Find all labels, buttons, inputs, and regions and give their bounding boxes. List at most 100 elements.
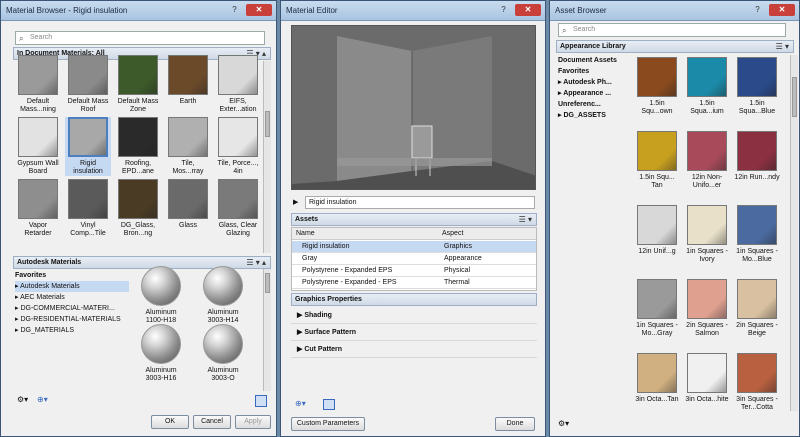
add-asset-icon[interactable]: ⊕▾ bbox=[295, 399, 306, 408]
material-tile[interactable]: Tile, Porce..., 4in bbox=[215, 117, 261, 176]
material-name-value: Rigid insulation bbox=[309, 199, 357, 206]
material-tile[interactable]: Rigid insulation bbox=[65, 117, 111, 176]
asset-tile[interactable]: 12in Non-Unifo...er bbox=[684, 131, 730, 190]
asset-tile[interactable]: 1.5in Squ...own bbox=[634, 57, 680, 116]
material-tile[interactable]: Tile, Mos...rray bbox=[165, 117, 211, 176]
material-name-field[interactable]: Rigid insulation bbox=[305, 196, 535, 209]
library-material-tile[interactable]: Aluminum 1100-H18 bbox=[138, 266, 184, 325]
tree-item[interactable]: ▸ DG-COMMERCIAL-MATERI... bbox=[15, 303, 129, 314]
apply-button[interactable]: Apply bbox=[235, 415, 271, 429]
tree-item[interactable]: ▸ AEC Materials bbox=[15, 292, 129, 303]
tree-item[interactable]: ▸ DG-RESIDENTIAL-MATERIALS bbox=[15, 314, 129, 325]
tile-label: 1in Squares - Mo...Gray bbox=[636, 322, 678, 337]
material-editor-title: Material Editor bbox=[286, 6, 338, 15]
material-tile[interactable]: Vapor Retarder bbox=[15, 179, 61, 238]
expander-cut-pattern[interactable]: ▶ Cut Pattern bbox=[291, 341, 537, 358]
material-tile[interactable]: Vinyl Comp...Tile bbox=[65, 179, 111, 238]
gear-icon[interactable]: ⚙▾ bbox=[558, 419, 569, 428]
scrollbar-thumb[interactable] bbox=[792, 77, 797, 117]
expander-shading[interactable]: ▶ Shading bbox=[291, 307, 537, 324]
material-swatch bbox=[687, 131, 727, 171]
material-tile[interactable]: Default Mass Roof bbox=[65, 55, 111, 114]
library-material-tile[interactable]: Aluminum 3003-H16 bbox=[138, 324, 184, 383]
tree-item[interactable]: ▸ DG_ASSETS bbox=[558, 110, 630, 121]
tree-item[interactable]: ▸ DG_MATERIALS bbox=[15, 325, 129, 336]
library-material-tile[interactable]: Aluminum 3003-O bbox=[200, 324, 246, 383]
material-tile[interactable]: DG_Glass, Bron...ng bbox=[115, 179, 161, 238]
asset-scrollbar[interactable] bbox=[790, 55, 798, 411]
tree-item[interactable]: Favorites bbox=[558, 66, 630, 77]
done-button[interactable]: Done bbox=[495, 417, 535, 431]
tile-label: Default Mass Roof bbox=[67, 98, 109, 113]
library-scrollbar[interactable] bbox=[263, 269, 271, 391]
asset-tile[interactable]: 1.5in Squa...ium bbox=[684, 57, 730, 116]
help-icon[interactable]: ? bbox=[750, 4, 765, 16]
asset-aspect: Thermal bbox=[444, 279, 470, 286]
asset-tile[interactable]: 3in Octa...Tan bbox=[634, 353, 680, 404]
material-tile[interactable]: Default Mass Zone bbox=[115, 55, 161, 114]
table-row[interactable]: Polystyrene - Expanded - EPS Thermal bbox=[292, 277, 536, 289]
asset-browser-icon[interactable] bbox=[323, 399, 335, 410]
expander-surface-pattern[interactable]: ▶ Surface Pattern bbox=[291, 324, 537, 341]
material-tile[interactable]: Glass bbox=[165, 179, 211, 230]
tile-label: 1.5in Squ... Tan bbox=[639, 174, 675, 189]
tree-item[interactable]: Favorites bbox=[15, 270, 129, 281]
material-tile[interactable]: EIFS, Exter...ation bbox=[215, 55, 261, 114]
tree-item[interactable]: ▸ Autodesk Ph... bbox=[558, 77, 630, 88]
material-tile[interactable]: Earth bbox=[165, 55, 211, 106]
asset-tile[interactable]: 12in Run...ndy bbox=[734, 131, 780, 182]
material-tile[interactable]: Glass, Clear Glazing bbox=[215, 179, 261, 238]
materials-scrollbar[interactable] bbox=[263, 61, 271, 253]
material-tile[interactable]: Gypsum Wall Board bbox=[15, 117, 61, 176]
material-swatch bbox=[18, 117, 58, 157]
asset-tile[interactable]: 1in Squares - Mo...Gray bbox=[634, 279, 680, 338]
asset-tile[interactable]: 2in Squares - Beige bbox=[734, 279, 780, 338]
asset-tile[interactable]: 3in Squares - Ter...Cotta bbox=[734, 353, 780, 412]
asset-tile[interactable]: 12in Unif...g bbox=[634, 205, 680, 256]
asset-tile[interactable]: 2in Squares - Salmon bbox=[684, 279, 730, 338]
table-row[interactable]: Polystyrene - Expanded EPS Physical bbox=[292, 265, 536, 277]
gear-icon[interactable]: ⚙▾ bbox=[17, 395, 28, 404]
library-material-tile[interactable]: Aluminum 3003-H14 bbox=[200, 266, 246, 325]
tile-label: 1in Squares - Mo...Blue bbox=[736, 248, 778, 263]
expand-name-icon[interactable]: ▶ bbox=[293, 198, 298, 206]
panel-toggle-icon[interactable] bbox=[255, 395, 267, 407]
scrollbar-thumb[interactable] bbox=[265, 273, 270, 293]
asset-search-input[interactable]: ⌕ Search bbox=[558, 23, 786, 37]
asset-tile[interactable]: 1.5in Squ... Tan bbox=[634, 131, 680, 190]
expander-label: Shading bbox=[304, 312, 332, 319]
tree-item[interactable]: Unreferenc... bbox=[558, 99, 630, 110]
table-row[interactable]: Rigid insulation Graphics bbox=[292, 241, 536, 253]
asset-browser-titlebar: Asset Browser ? ✕ bbox=[550, 1, 799, 21]
library-options-icon[interactable]: ☰ ▾ bbox=[776, 41, 789, 52]
tree-item[interactable]: ▸ Autodesk Materials bbox=[15, 281, 129, 292]
asset-browser-title: Asset Browser bbox=[555, 6, 607, 15]
asset-tile[interactable]: 3in Octa...hite bbox=[684, 353, 730, 404]
scrollbar-thumb[interactable] bbox=[265, 111, 270, 137]
table-header: Name Aspect bbox=[292, 228, 536, 240]
cancel-button[interactable]: Cancel bbox=[193, 415, 231, 429]
asset-tile[interactable]: 1in Squares - Mo...Blue bbox=[734, 205, 780, 264]
tree-item[interactable]: Document Assets bbox=[558, 55, 630, 66]
table-row[interactable]: Gray Appearance bbox=[292, 253, 536, 265]
asset-name: Gray bbox=[302, 255, 318, 262]
asset-tile[interactable]: 1in Squares - Ivory bbox=[684, 205, 730, 264]
add-material-icon[interactable]: ⊕▾ bbox=[37, 395, 48, 404]
close-icon[interactable]: ✕ bbox=[246, 4, 272, 16]
material-search-input[interactable]: ⌕ Search bbox=[15, 31, 265, 45]
material-tile[interactable]: Default Mass...ning bbox=[15, 55, 61, 114]
help-icon[interactable]: ? bbox=[496, 4, 511, 16]
help-icon[interactable]: ? bbox=[227, 4, 242, 16]
material-swatch bbox=[737, 353, 777, 393]
material-tile[interactable]: Roofing, EPD...ane bbox=[115, 117, 161, 176]
library-options-icon[interactable]: ☰ ▾ ▴ bbox=[246, 257, 266, 268]
close-icon[interactable]: ✕ bbox=[515, 4, 541, 16]
close-icon[interactable]: ✕ bbox=[769, 4, 795, 16]
material-swatch bbox=[168, 179, 208, 219]
ok-button[interactable]: OK bbox=[151, 415, 189, 429]
custom-parameters-button[interactable]: Custom Parameters bbox=[291, 417, 365, 431]
tree-item[interactable]: ▸ Appearance ... bbox=[558, 88, 630, 99]
assets-options-icon[interactable]: ☰ ▾ bbox=[519, 214, 532, 225]
expander-label: Cut Pattern bbox=[304, 346, 343, 353]
asset-tile[interactable]: 1.5in Squa...Blue bbox=[734, 57, 780, 116]
